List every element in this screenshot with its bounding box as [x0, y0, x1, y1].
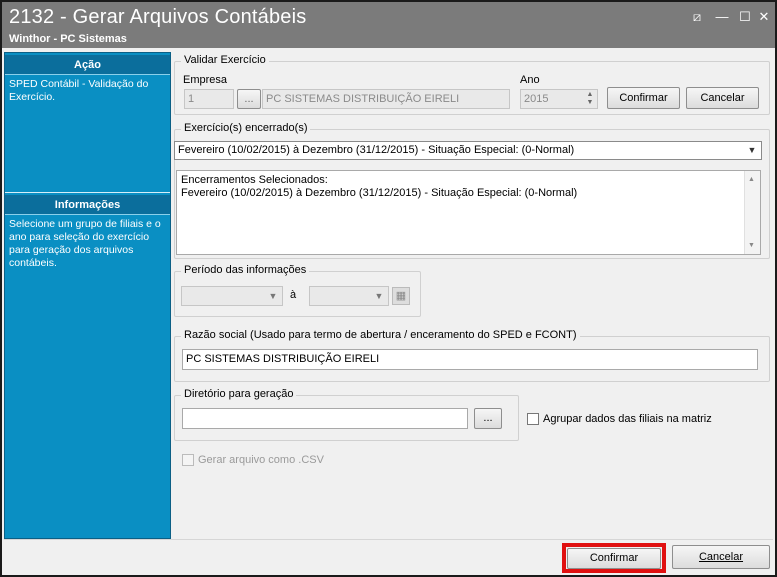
empresa-name-field: PC SISTEMAS DISTRIBUIÇÃO EIRELI	[262, 89, 510, 109]
info-text: Selecione um grupo de filiais e o ano pa…	[9, 218, 161, 269]
validar-confirmar-button[interactable]: Confirmar	[607, 87, 680, 109]
validar-cancelar-button[interactable]: Cancelar	[686, 87, 759, 109]
restore-icon[interactable]: ⧄	[687, 8, 707, 26]
agrupar-checkbox[interactable]	[527, 413, 539, 425]
periodo-end-combo[interactable]: ▼	[309, 286, 389, 306]
diretorio-legend: Diretório para geração	[181, 388, 297, 400]
periodo-legend: Período das informações	[181, 264, 310, 276]
footer-confirmar-button[interactable]: Confirmar	[567, 548, 661, 569]
exercicio-dropdown[interactable]: Fevereiro (10/02/2015) à Dezembro (31/12…	[174, 141, 762, 160]
empresa-lookup-button[interactable]: ...	[237, 89, 261, 109]
empresa-code-field[interactable]: 1	[184, 89, 234, 109]
info-header: Informações	[5, 195, 170, 215]
spin-down-icon[interactable]: ▼	[584, 99, 596, 107]
validar-exercicio-legend: Validar Exercício	[181, 54, 269, 66]
window-subtitle: Winthor - PC Sistemas	[9, 33, 127, 45]
exercicio-selected: Fevereiro (10/02/2015) à Dezembro (31/12…	[178, 144, 575, 156]
calendar-icon[interactable]: ▦	[392, 287, 410, 305]
exercicio-legend: Exercício(s) encerrado(s)	[181, 122, 311, 134]
maximize-button[interactable]: ☐	[735, 8, 755, 26]
periodo-start-combo[interactable]: ▼	[181, 286, 283, 306]
razao-legend: Razão social (Usado para termo de abertu…	[181, 329, 580, 341]
ano-spinner[interactable]: 2015 ▲ ▼	[520, 89, 598, 109]
periodo-separator: à	[290, 289, 297, 301]
csv-checkbox[interactable]	[182, 454, 194, 466]
footer-cancelar-button[interactable]: Cancelar	[672, 545, 770, 569]
diretorio-browse-button[interactable]: ...	[474, 408, 502, 429]
acao-text: SPED Contábil - Validação do Exercício.	[9, 78, 149, 103]
side-panel: Ação SPED Contábil - Validação do Exercí…	[4, 52, 171, 539]
ano-value: 2015	[524, 93, 549, 105]
main-window: 2132 - Gerar Arquivos Contábeis Winthor …	[0, 0, 777, 577]
encerramentos-item: Fevereiro (10/02/2015) à Dezembro (31/12…	[181, 187, 578, 199]
main-content: Validar Exercício Empresa 1 ... PC SISTE…	[173, 50, 773, 540]
agrupar-label: Agrupar dados das filiais na matriz	[543, 413, 712, 425]
csv-label: Gerar arquivo como .CSV	[198, 454, 324, 466]
title-bar: 2132 - Gerar Arquivos Contábeis Winthor …	[2, 2, 775, 48]
panel-divider	[5, 192, 170, 193]
ano-label: Ano	[520, 74, 540, 86]
window-title: 2132 - Gerar Arquivos Contábeis	[9, 6, 307, 28]
close-button[interactable]: ✕	[754, 8, 774, 26]
razao-social-input[interactable]: PC SISTEMAS DISTRIBUIÇÃO EIRELI	[182, 349, 758, 370]
chevron-down-icon[interactable]: ▼	[372, 289, 386, 303]
chevron-down-icon[interactable]: ▼	[266, 289, 280, 303]
footer-bar: Confirmar Cancelar	[4, 539, 773, 575]
minimize-button[interactable]: —	[712, 8, 732, 26]
encerramentos-textarea[interactable]: Encerramentos Selecionados: Fevereiro (1…	[176, 170, 761, 255]
vertical-scrollbar[interactable]: ▲ ▼	[744, 171, 760, 254]
empresa-label: Empresa	[183, 74, 228, 86]
encerramentos-title: Encerramentos Selecionados:	[181, 174, 328, 186]
scroll-up-icon[interactable]: ▲	[748, 173, 755, 186]
chevron-down-icon[interactable]: ▼	[745, 143, 759, 157]
acao-header: Ação	[5, 55, 170, 75]
diretorio-input[interactable]	[182, 408, 468, 429]
scroll-down-icon[interactable]: ▼	[748, 239, 755, 252]
spin-up-icon[interactable]: ▲	[584, 91, 596, 99]
